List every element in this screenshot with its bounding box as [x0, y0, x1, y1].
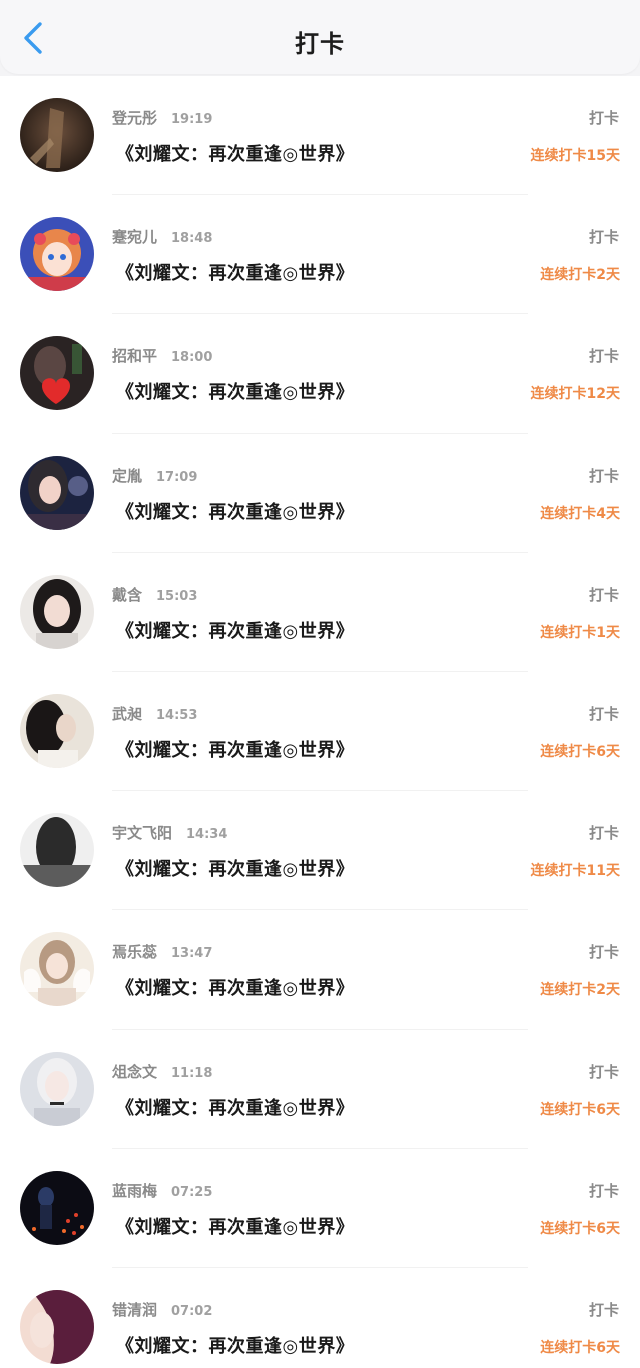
entry-meta: 错清润 07:02 — [112, 1299, 212, 1320]
streak-badge: 连续打卡2天 — [540, 267, 620, 284]
avatar[interactable] — [20, 1289, 94, 1364]
book-title[interactable]: 《刘耀文：再次重逢◎世界》 — [116, 855, 354, 881]
streak-badge: 连续打卡11天 — [530, 863, 620, 880]
list-item[interactable]: 登元彤 19:19 《刘耀文：再次重逢◎世界》 打卡 连续打卡15天 — [0, 76, 640, 196]
checkin-time: 14:53 — [156, 707, 198, 723]
user-name[interactable]: 登元彤 — [112, 109, 157, 127]
avatar[interactable] — [20, 813, 94, 888]
user-name[interactable]: 蹇宛儿 — [112, 228, 157, 246]
avatar[interactable] — [20, 98, 94, 172]
book-title[interactable]: 《刘耀文：再次重逢◎世界》 — [116, 498, 354, 524]
checkin-time: 18:00 — [171, 350, 213, 366]
checkin-time: 07:25 — [171, 1184, 213, 1200]
checkin-time: 19:19 — [171, 112, 213, 127]
list-item[interactable]: 焉乐蕊 13:47 《刘耀文：再次重逢◎世界》 打卡 连续打卡2天 — [0, 910, 640, 1030]
streak-badge: 连续打卡6天 — [540, 1220, 620, 1237]
entry-meta: 蹇宛儿 18:48 — [112, 226, 212, 247]
avatar[interactable] — [20, 932, 94, 1007]
book-title[interactable]: 《刘耀文：再次重逢◎世界》 — [116, 1332, 354, 1358]
checkin-action-label[interactable]: 打卡 — [589, 1180, 619, 1201]
book-title[interactable]: 《刘耀文：再次重逢◎世界》 — [116, 140, 354, 166]
checkin-action-label[interactable]: 打卡 — [589, 822, 619, 843]
checkin-time: 17:09 — [156, 469, 198, 485]
list-item[interactable]: 错清润 07:02 《刘耀文：再次重逢◎世界》 打卡 连续打卡6天 — [0, 1268, 640, 1368]
user-name[interactable]: 招和平 — [112, 347, 157, 365]
list-item[interactable]: 俎念文 11:18 《刘耀文：再次重逢◎世界》 打卡 连续打卡6天 — [0, 1030, 640, 1149]
checkin-time: 14:34 — [186, 827, 228, 843]
user-name[interactable]: 俎念文 — [112, 1063, 157, 1081]
checkin-action-label[interactable]: 打卡 — [589, 226, 619, 247]
avatar[interactable] — [20, 574, 94, 649]
book-title[interactable]: 《刘耀文：再次重逢◎世界》 — [116, 378, 354, 404]
user-name[interactable]: 错清润 — [112, 1301, 157, 1319]
entry-meta: 定胤 17:09 — [112, 465, 197, 486]
checkin-action-label[interactable]: 打卡 — [589, 703, 619, 724]
checkin-action-label[interactable]: 打卡 — [589, 1061, 619, 1082]
list-item[interactable]: 招和平 18:00 《刘耀文：再次重逢◎世界》 打卡 连续打卡12天 — [0, 314, 640, 434]
user-name[interactable]: 宇文飞阳 — [112, 824, 172, 842]
streak-badge: 连续打卡15天 — [530, 148, 620, 164]
entry-meta: 登元彤 19:19 — [112, 107, 212, 128]
avatar[interactable] — [20, 1170, 94, 1245]
avatar[interactable] — [20, 693, 94, 768]
entry-meta: 宇文飞阳 14:34 — [112, 822, 227, 843]
list-item[interactable]: 蓝雨梅 07:25 《刘耀文：再次重逢◎世界》 打卡 连续打卡6天 — [0, 1149, 640, 1268]
book-title[interactable]: 《刘耀文：再次重逢◎世界》 — [116, 617, 354, 643]
list-item[interactable]: 宇文飞阳 14:34 《刘耀文：再次重逢◎世界》 打卡 连续打卡11天 — [0, 791, 640, 911]
checkin-list: 登元彤 19:19 《刘耀文：再次重逢◎世界》 打卡 连续打卡15天 蹇宛儿 1… — [0, 76, 640, 1368]
checkin-time: 07:02 — [171, 1303, 213, 1319]
checkin-time: 11:18 — [171, 1065, 213, 1081]
book-title[interactable]: 《刘耀文：再次重逢◎世界》 — [116, 974, 354, 1000]
avatar[interactable] — [20, 455, 94, 530]
list-item[interactable]: 蹇宛儿 18:48 《刘耀文：再次重逢◎世界》 打卡 连续打卡2天 — [0, 195, 640, 315]
checkin-time: 13:47 — [171, 946, 213, 962]
streak-badge: 连续打卡2天 — [540, 982, 620, 999]
entry-meta: 戴含 15:03 — [112, 584, 197, 605]
streak-badge: 连续打卡6天 — [540, 1101, 620, 1118]
streak-badge: 连续打卡1天 — [540, 624, 620, 641]
entry-meta: 俎念文 11:18 — [112, 1061, 212, 1082]
streak-badge: 连续打卡12天 — [530, 386, 620, 403]
streak-badge: 连续打卡6天 — [540, 1339, 620, 1356]
book-title[interactable]: 《刘耀文：再次重逢◎世界》 — [116, 1094, 354, 1120]
streak-badge: 连续打卡4天 — [540, 505, 620, 522]
checkin-time: 15:03 — [156, 588, 198, 604]
top-nav-bar: 打卡 — [0, 0, 640, 74]
book-title[interactable]: 《刘耀文：再次重逢◎世界》 — [116, 259, 354, 285]
avatar[interactable] — [20, 1051, 94, 1126]
checkin-action-label[interactable]: 打卡 — [589, 107, 619, 128]
checkin-time: 18:48 — [171, 231, 213, 247]
checkin-action-label[interactable]: 打卡 — [589, 465, 619, 486]
book-title[interactable]: 《刘耀文：再次重逢◎世界》 — [116, 1213, 354, 1239]
user-name[interactable]: 蓝雨梅 — [112, 1182, 157, 1200]
list-item[interactable]: 戴含 15:03 《刘耀文：再次重逢◎世界》 打卡 连续打卡1天 — [0, 553, 640, 672]
page-title: 打卡 — [295, 30, 345, 58]
checkin-action-label[interactable]: 打卡 — [589, 345, 619, 366]
list-item[interactable]: 武昶 14:53 《刘耀文：再次重逢◎世界》 打卡 连续打卡6天 — [0, 672, 640, 792]
entry-meta: 焉乐蕊 13:47 — [112, 941, 212, 962]
checkin-action-label[interactable]: 打卡 — [589, 1299, 619, 1320]
entry-meta: 武昶 14:53 — [112, 703, 197, 724]
book-title[interactable]: 《刘耀文：再次重逢◎世界》 — [116, 736, 354, 762]
entry-meta: 蓝雨梅 07:25 — [112, 1180, 212, 1201]
checkin-page: 打卡 登元彤 19:19 《刘耀文：再次重逢◎世界》 打卡 连续打卡15天 蹇宛… — [0, 0, 640, 1368]
user-name[interactable]: 武昶 — [112, 705, 142, 723]
avatar[interactable] — [20, 217, 94, 292]
entry-meta: 招和平 18:00 — [112, 345, 212, 366]
list-item[interactable]: 定胤 17:09 《刘耀文：再次重逢◎世界》 打卡 连续打卡4天 — [0, 434, 640, 553]
checkin-action-label[interactable]: 打卡 — [589, 941, 619, 962]
avatar[interactable] — [20, 336, 94, 411]
user-name[interactable]: 戴含 — [112, 586, 142, 604]
checkin-action-label[interactable]: 打卡 — [589, 584, 619, 605]
user-name[interactable]: 定胤 — [112, 467, 142, 485]
streak-badge: 连续打卡6天 — [540, 743, 620, 760]
user-name[interactable]: 焉乐蕊 — [112, 943, 157, 961]
